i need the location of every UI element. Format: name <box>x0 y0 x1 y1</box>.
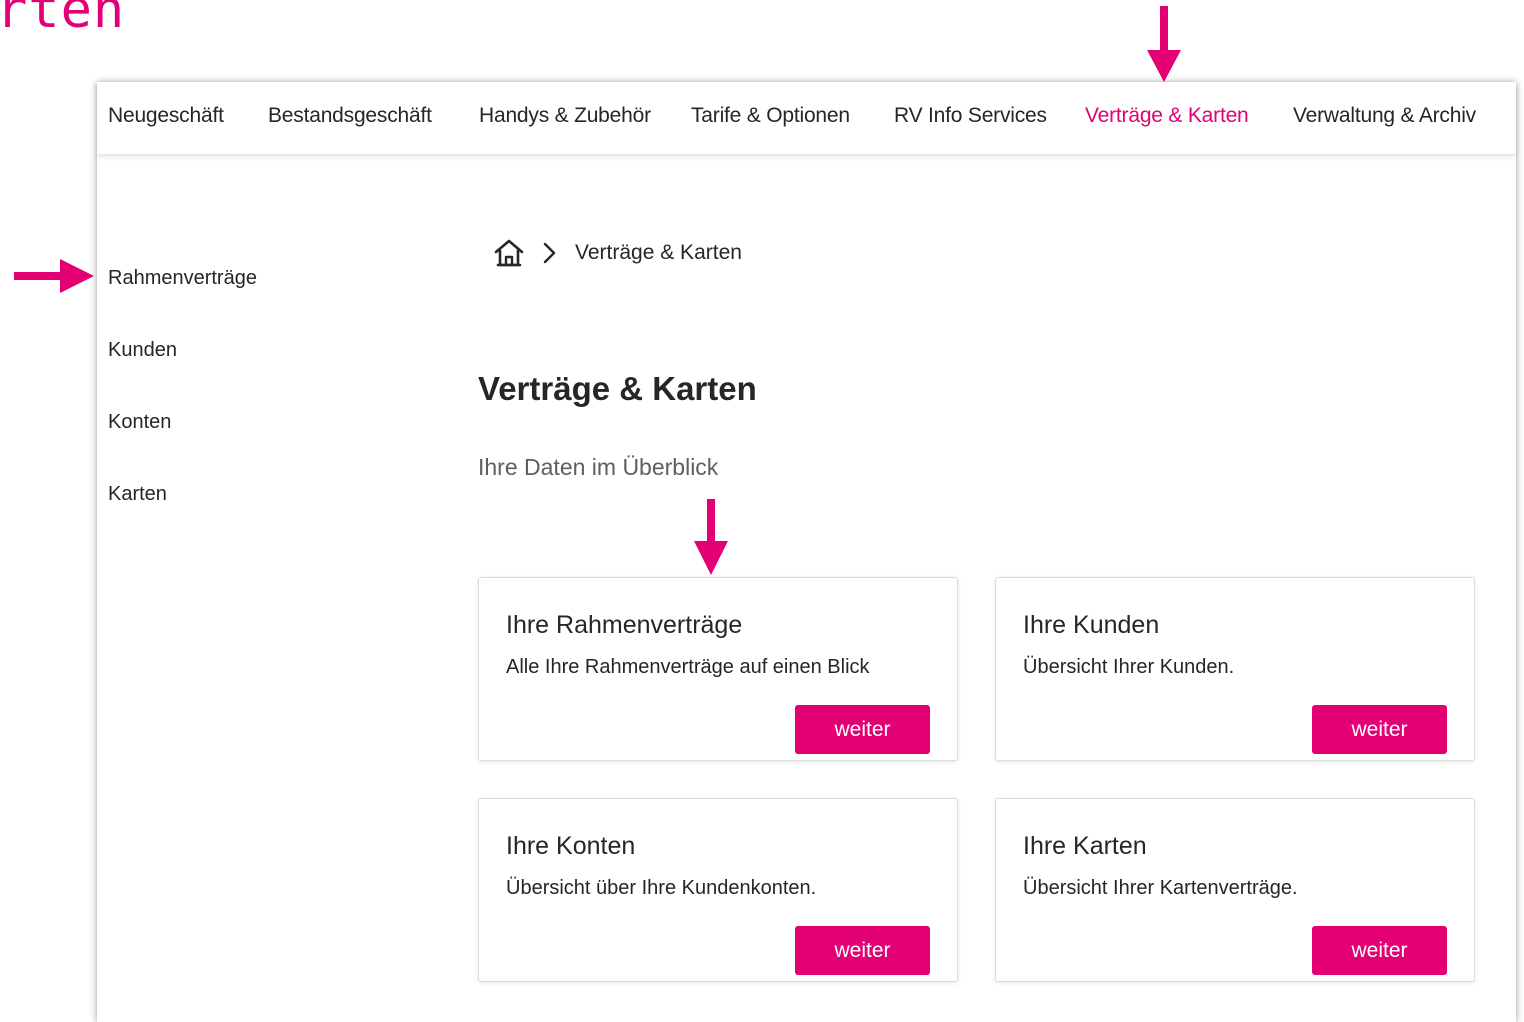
sidebar-item-rahmenvertraege[interactable]: Rahmenverträge <box>108 267 257 290</box>
page-subtitle: Ihre Daten im Überblick <box>478 454 719 480</box>
nav-item-verwaltung-archiv[interactable]: Verwaltung & Archiv <box>1293 104 1476 128</box>
breadcrumb-current: Verträge & Karten <box>575 241 742 264</box>
app-window: Neugeschäft Bestandsgeschäft Handys & Zu… <box>97 82 1516 1022</box>
home-icon[interactable] <box>493 238 525 268</box>
card-title: Ihre Kunden <box>1023 611 1160 639</box>
card-text: Übersicht über Ihre Kundenkonten. <box>506 877 817 899</box>
card-title: Ihre Konten <box>506 832 636 860</box>
card-text: Übersicht Ihrer Kunden. <box>1023 656 1235 678</box>
card-rahmenvertraege: Ihre Rahmenverträge Alle Ihre Rahmenvert… <box>478 577 958 761</box>
card-text: Alle Ihre Rahmenverträge auf einen Blick <box>506 656 870 678</box>
arrow-right-icon <box>14 259 94 293</box>
weiter-button-konten[interactable]: weiter <box>795 926 930 975</box>
card-title: Ihre Karten <box>1023 832 1147 860</box>
sidebar-item-konten[interactable]: Konten <box>108 411 171 434</box>
chevron-right-icon <box>543 242 556 264</box>
nav-item-handys-zubehoer[interactable]: Handys & Zubehör <box>479 104 651 128</box>
sidebar-item-karten[interactable]: Karten <box>108 483 167 506</box>
nav-item-tarife-optionen[interactable]: Tarife & Optionen <box>691 104 850 128</box>
nav-item-bestandsgeschaeft[interactable]: Bestandsgeschäft <box>268 104 432 128</box>
card-kunden: Ihre Kunden Übersicht Ihrer Kunden. weit… <box>995 577 1475 761</box>
weiter-button-karten[interactable]: weiter <box>1312 926 1447 975</box>
weiter-button-kunden[interactable]: weiter <box>1312 705 1447 754</box>
arrow-down-icon <box>694 499 728 575</box>
weiter-button-rahmenvertraege[interactable]: weiter <box>795 705 930 754</box>
nav-item-rv-info-services[interactable]: RV Info Services <box>894 104 1047 128</box>
card-karten: Ihre Karten Übersicht Ihrer Kartenverträ… <box>995 798 1475 982</box>
breadcrumb: Verträge & Karten <box>493 235 742 271</box>
card-konten: Ihre Konten Übersicht über Ihre Kundenko… <box>478 798 958 982</box>
card-text: Übersicht Ihrer Kartenverträge. <box>1023 877 1298 899</box>
card-title: Ihre Rahmenverträge <box>506 611 743 639</box>
arrow-down-icon <box>1147 6 1181 82</box>
slide-title-fragment: rten <box>0 0 126 40</box>
page-title: Verträge & Karten <box>478 370 757 407</box>
sidebar-item-kunden[interactable]: Kunden <box>108 339 177 362</box>
top-navigation: Neugeschäft Bestandsgeschäft Handys & Zu… <box>97 82 1516 155</box>
nav-item-neugeschaeft[interactable]: Neugeschäft <box>108 104 224 128</box>
nav-item-vertraege-karten[interactable]: Verträge & Karten <box>1085 104 1249 128</box>
